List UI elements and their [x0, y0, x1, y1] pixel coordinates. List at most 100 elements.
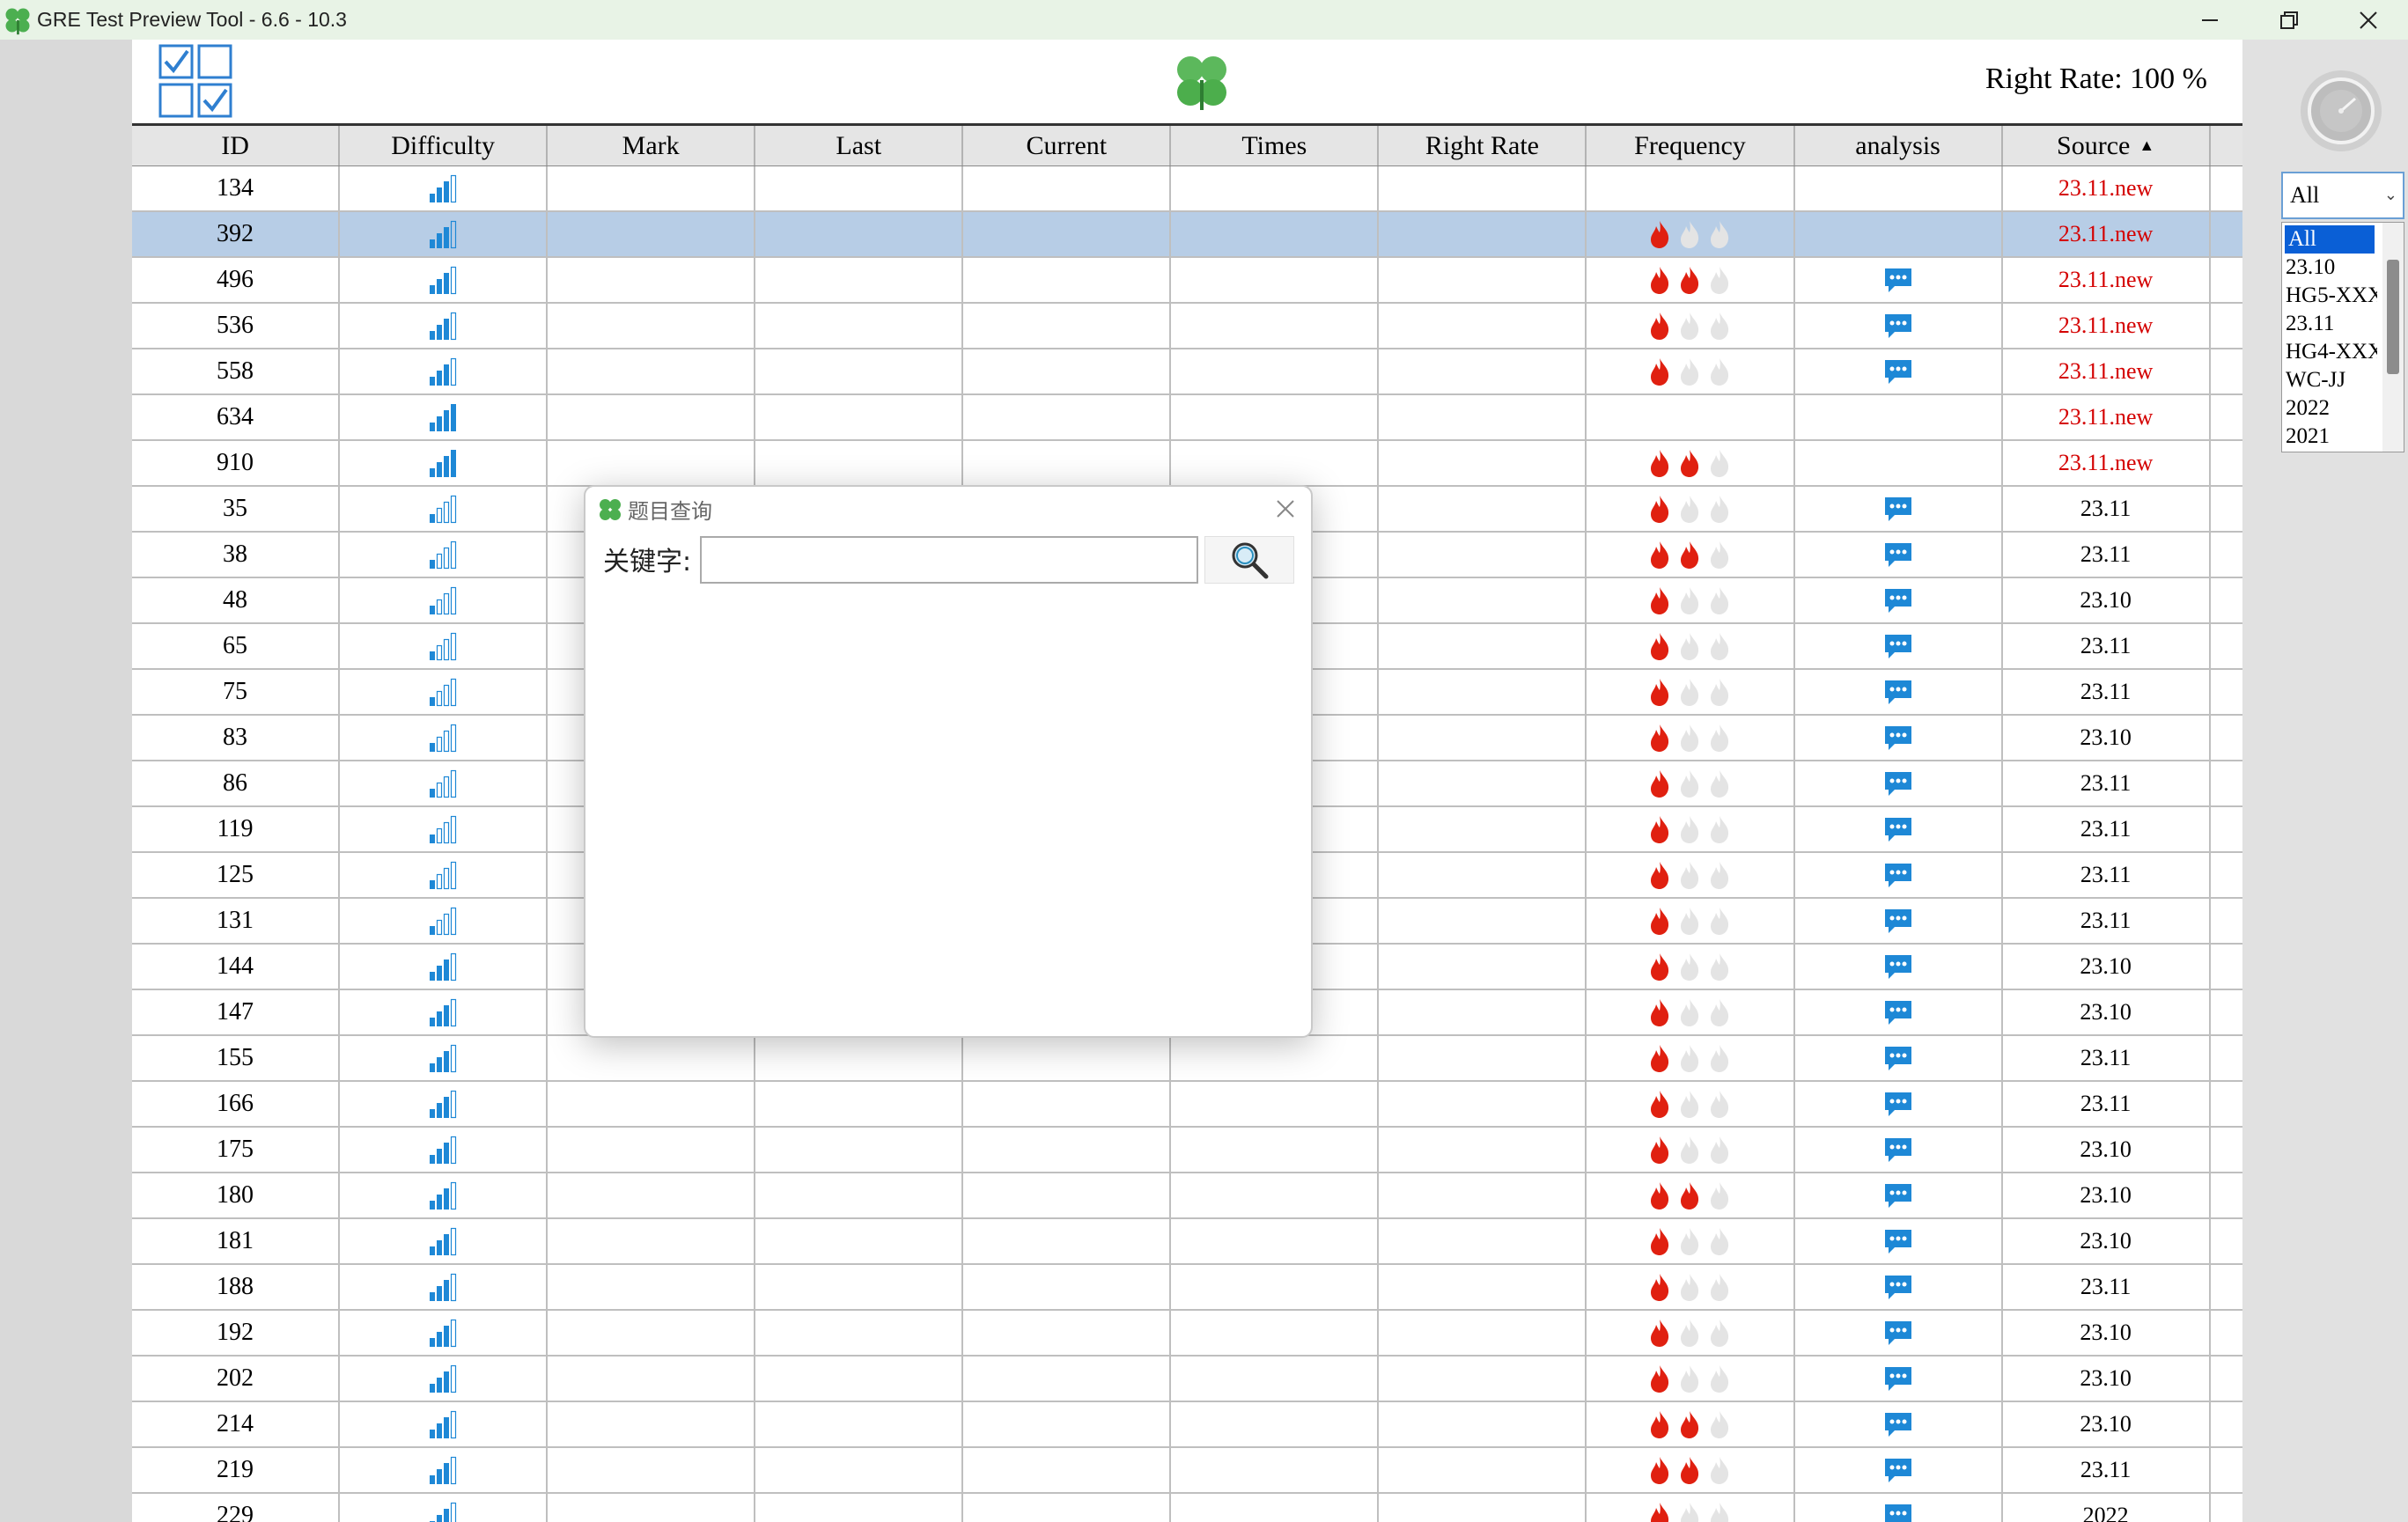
frequency-cell [1587, 349, 1795, 393]
source-cell: 23.11.new [2003, 258, 2211, 302]
times-cell [1171, 1448, 1380, 1492]
current-cell [963, 1311, 1172, 1355]
table-row[interactable]: 155 23.11 [132, 1036, 2242, 1082]
table-row[interactable]: 166 23.11 [132, 1082, 2242, 1128]
column-header-analysis[interactable]: analysis [1795, 126, 2003, 165]
analysis-cell [1795, 899, 2003, 943]
table-row[interactable]: 229 2022 [132, 1494, 2242, 1522]
right-rate-cell [1379, 349, 1587, 393]
chat-bubble-icon[interactable] [1882, 1319, 1914, 1347]
chat-bubble-icon[interactable] [1882, 1273, 1914, 1301]
last-cell [755, 1036, 964, 1080]
chat-bubble-icon[interactable] [1882, 907, 1914, 935]
filter-option[interactable]: 23.10 [2282, 254, 2377, 282]
chat-bubble-icon[interactable] [1882, 1456, 1914, 1484]
chat-bubble-icon[interactable] [1882, 266, 1914, 294]
chat-bubble-icon[interactable] [1882, 1181, 1914, 1210]
search-button[interactable] [1204, 536, 1294, 584]
column-header-difficulty[interactable]: Difficulty [340, 126, 549, 165]
column-header-current[interactable]: Current [963, 126, 1172, 165]
column-header-right-rate[interactable]: Right Rate [1379, 126, 1587, 165]
times-cell [1171, 1036, 1380, 1080]
fire-outline-icon [1681, 908, 1699, 935]
table-row[interactable]: 392 23.11.new [132, 212, 2242, 258]
column-header-times[interactable]: Times [1171, 126, 1380, 165]
analysis-cell [1795, 1173, 2003, 1217]
keyword-input[interactable] [700, 536, 1198, 584]
chat-bubble-icon[interactable] [1882, 861, 1914, 889]
column-header-last[interactable]: Last [755, 126, 964, 165]
chat-bubble-icon[interactable] [1882, 1044, 1914, 1072]
difficulty-cell [340, 1128, 549, 1172]
chat-bubble-icon[interactable] [1882, 678, 1914, 706]
column-header-frequency[interactable]: Frequency [1587, 126, 1795, 165]
dial-icon[interactable] [2299, 69, 2383, 153]
checkbox-grid-icon[interactable] [158, 44, 232, 118]
row-spacer [2211, 670, 2242, 714]
table-row[interactable]: 558 23.11.new [132, 349, 2242, 395]
filter-option[interactable]: HG4-XXX [2282, 338, 2377, 366]
chat-bubble-icon[interactable] [1882, 1364, 1914, 1393]
fire-outline-icon [1711, 1182, 1729, 1210]
chat-bubble-icon[interactable] [1882, 357, 1914, 386]
chat-bubble-icon[interactable] [1882, 1410, 1914, 1438]
chat-bubble-icon[interactable] [1882, 540, 1914, 569]
chat-bubble-icon[interactable] [1882, 1090, 1914, 1118]
chat-bubble-icon[interactable] [1882, 495, 1914, 523]
source-filter-select[interactable]: All ⌄ [2281, 172, 2404, 219]
chat-bubble-icon[interactable] [1882, 1502, 1914, 1522]
analysis-cell [1795, 349, 2003, 393]
fire-outline-icon [1711, 1365, 1729, 1393]
minimize-button[interactable] [2170, 0, 2250, 40]
source-filter-list[interactable]: All 23.10 HG5-XXX 23.11 HG4-XXX WC-JJ 2022 2021 [2281, 222, 2404, 452]
column-header-source[interactable]: Source ▲ [2003, 126, 2211, 165]
close-button[interactable] [2329, 0, 2408, 40]
analysis-cell [1795, 212, 2003, 256]
header-spacer [2211, 126, 2242, 165]
table-row[interactable]: 219 23.11 [132, 1448, 2242, 1494]
table-row[interactable]: 181 23.10 [132, 1219, 2242, 1265]
chat-bubble-icon[interactable] [1882, 632, 1914, 660]
filter-option[interactable]: 2021 [2282, 423, 2377, 451]
close-icon[interactable] [1272, 496, 1299, 522]
chat-bubble-icon[interactable] [1882, 724, 1914, 752]
restore-button[interactable] [2250, 0, 2329, 40]
clover-icon [600, 498, 621, 520]
chat-bubble-icon[interactable] [1882, 312, 1914, 340]
filter-option[interactable]: WC-JJ [2282, 366, 2377, 394]
list-scrollbar[interactable] [2382, 223, 2404, 452]
column-header-id[interactable]: ID [132, 126, 341, 165]
column-header-mark[interactable]: Mark [548, 126, 756, 165]
filter-option[interactable]: All [2285, 225, 2375, 254]
mark-cell [548, 166, 756, 210]
table-row[interactable]: 202 23.10 [132, 1357, 2242, 1402]
filter-option[interactable]: 2022 [2282, 394, 2377, 423]
chat-bubble-icon[interactable] [1882, 952, 1914, 981]
table-row[interactable]: 634 23.11.new [132, 395, 2242, 441]
chat-bubble-icon[interactable] [1882, 815, 1914, 843]
table-row[interactable]: 188 23.11 [132, 1265, 2242, 1311]
right-rate-cell [1379, 1128, 1587, 1172]
chat-bubble-icon[interactable] [1882, 1227, 1914, 1255]
table-row[interactable]: 192 23.10 [132, 1311, 2242, 1357]
times-cell [1171, 212, 1380, 256]
table-row[interactable]: 134 23.11.new [132, 166, 2242, 212]
chat-bubble-icon[interactable] [1882, 998, 1914, 1026]
list-scrollbar-thumb[interactable] [2387, 260, 2399, 374]
frequency-cell [1587, 761, 1795, 805]
table-row[interactable]: 175 23.10 [132, 1128, 2242, 1173]
table-row[interactable]: 180 23.10 [132, 1173, 2242, 1219]
table-row[interactable]: 214 23.10 [132, 1402, 2242, 1448]
current-cell [963, 1173, 1172, 1217]
difficulty-bars-icon [430, 952, 457, 982]
table-row[interactable]: 910 23.11.new [132, 441, 2242, 487]
difficulty-bars-icon [430, 404, 457, 431]
table-row[interactable]: 496 23.11.new [132, 258, 2242, 304]
chat-bubble-icon[interactable] [1882, 586, 1914, 614]
chat-bubble-icon[interactable] [1882, 769, 1914, 798]
chat-bubble-icon[interactable] [1882, 1136, 1914, 1164]
id-cell: 558 [132, 349, 341, 393]
filter-option[interactable]: 23.11 [2282, 310, 2377, 338]
filter-option[interactable]: HG5-XXX [2282, 282, 2377, 310]
table-row[interactable]: 536 23.11.new [132, 304, 2242, 349]
